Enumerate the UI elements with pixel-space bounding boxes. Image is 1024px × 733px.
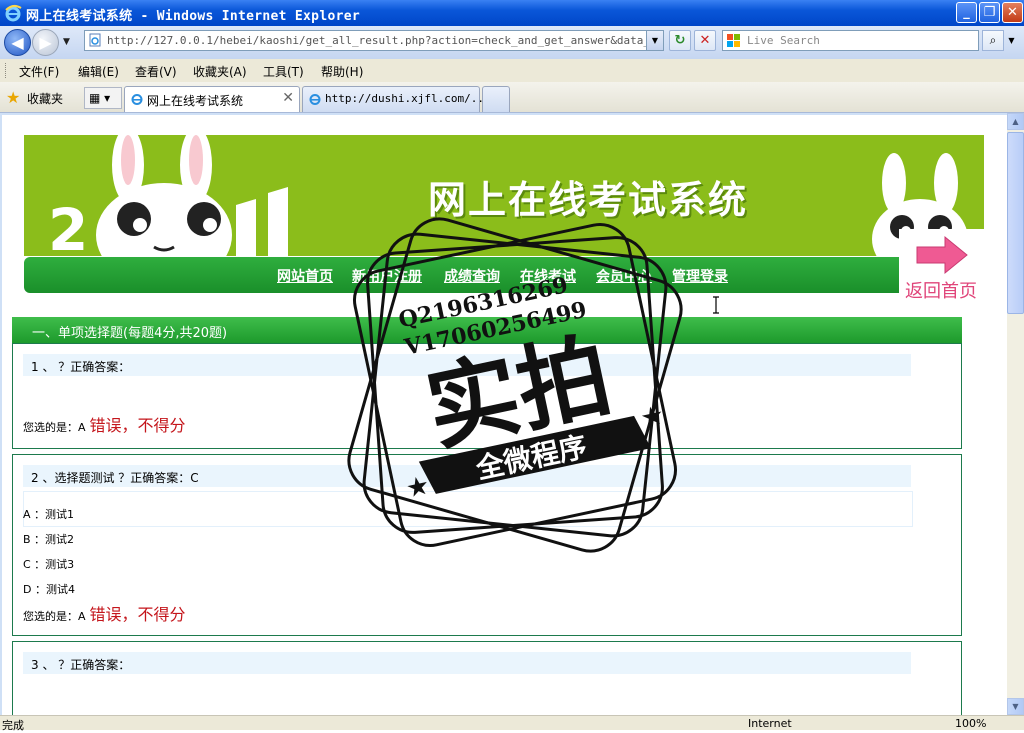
maximize-button[interactable]: ❐ (979, 2, 1000, 23)
return-home-label[interactable]: 返回首页 (905, 277, 977, 303)
search-placeholder: Live Search (747, 34, 820, 47)
menu-help[interactable]: 帮助(H) (321, 63, 363, 80)
windows-flag-icon (727, 34, 740, 47)
title-bar: 网上在线考试系统 - Windows Internet Explorer _ ❐… (0, 0, 1024, 26)
status-bar: 完成 Internet 100% (0, 715, 1024, 732)
menu-favorites[interactable]: 收藏夹(A) (193, 63, 247, 80)
stop-button[interactable]: ✕ (694, 30, 716, 51)
url-text[interactable]: http://127.0.0.1/hebei/kaoshi/get_all_re… (107, 34, 647, 47)
address-dropdown-icon[interactable]: ▼ (646, 31, 663, 50)
menu-bar: 文件(F) 编辑(E) 查看(V) 收藏夹(A) 工具(T) 帮助(H) (0, 59, 1024, 83)
status-text: 完成 (2, 719, 24, 732)
favorites-bar: ★ 收藏夹 ▦ ▾ 网上在线考试系统 ✕ http://dushi.xjfl.c… (0, 82, 1024, 113)
address-toolbar: ◀ ▶ ▼ http://127.0.0.1/hebei/kaoshi/get_… (0, 26, 1024, 60)
question-title: 2 、选择题测试 ？正确答案：C (31, 471, 199, 485)
zoom-level[interactable]: 100% (955, 717, 986, 730)
minimize-button[interactable]: _ (956, 2, 977, 23)
tab-dushi[interactable]: http://dushi.xjfl.com/... (302, 86, 491, 112)
search-input[interactable]: Live Search (722, 30, 979, 51)
history-dropdown-icon[interactable]: ▼ (63, 37, 70, 47)
question-title: 1 、 ？正确答案： (31, 360, 131, 374)
address-field[interactable]: http://127.0.0.1/hebei/kaoshi/get_all_re… (84, 30, 664, 51)
question-title: 3 、 ？正确答案： (31, 658, 131, 672)
close-button[interactable]: ✕ (1002, 2, 1023, 23)
scroll-up-button[interactable]: ▲ (1007, 113, 1024, 130)
ie-page-icon (131, 94, 143, 105)
security-zone: Internet (748, 717, 792, 730)
ie-page-icon (309, 94, 321, 105)
menu-tools[interactable]: 工具(T) (263, 63, 304, 80)
toolbar-grip (5, 63, 9, 78)
favorites-star-icon[interactable]: ★ (6, 88, 20, 107)
window-title: 网上在线考试系统 - Windows Internet Explorer (26, 9, 360, 24)
answer-result: 错误，不得分 (89, 605, 186, 624)
option-a: A ：测试1 (23, 508, 75, 521)
answer-result: 错误，不得分 (89, 416, 186, 435)
page-icon (89, 33, 101, 47)
vertical-scrollbar[interactable]: ▲ ▼ (1007, 113, 1024, 715)
scroll-down-button[interactable]: ▼ (1007, 698, 1024, 715)
watermark-stamp: Q2196316269 V17060256499 实拍 全微程序 ★ ★ (347, 217, 683, 553)
scroll-thumb[interactable] (1007, 132, 1024, 314)
answer-line: 您选的是：A 错误，不得分 (23, 412, 186, 436)
option-d: D ：测试4 (23, 583, 75, 596)
search-button[interactable]: ⌕ (982, 30, 1004, 51)
back-button[interactable]: ◀ (4, 29, 31, 56)
tab-label: http://dushi.xjfl.com/... (325, 92, 491, 105)
refresh-button[interactable]: ↻ (669, 30, 691, 51)
menu-edit[interactable]: 编辑(E) (78, 63, 119, 80)
menu-file[interactable]: 文件(F) (19, 63, 59, 80)
quick-tabs-button[interactable]: ▦ ▾ (84, 87, 122, 109)
favorites-label[interactable]: 收藏夹 (27, 90, 63, 107)
option-c: C ：测试3 (23, 558, 75, 571)
new-tab-button[interactable] (482, 86, 510, 112)
question-heading: 3 、 ？正确答案： (23, 652, 911, 674)
return-home-button[interactable]: 返回首页 (899, 229, 987, 303)
search-options-dropdown-icon[interactable]: ▼ (1004, 30, 1019, 51)
forward-button[interactable]: ▶ (32, 29, 59, 56)
option-b: B ：测试2 (23, 533, 75, 546)
question-card: 3 、 ？正确答案： (12, 641, 962, 715)
nav-home[interactable]: 网站首页 (277, 266, 333, 286)
text-cursor-icon (713, 296, 719, 314)
tab-label: 网上在线考试系统 (147, 94, 244, 108)
tab-close-icon[interactable]: ✕ (282, 90, 294, 106)
arrow-right-icon (916, 235, 968, 275)
answer-line: 您选的是：A 错误，不得分 (23, 601, 186, 625)
answer-prefix: 您选的是：A (23, 421, 86, 434)
menu-view[interactable]: 查看(V) (135, 63, 177, 80)
section-title: 一、单项选择题(每题4分,共20题) (32, 326, 228, 341)
answer-prefix: 您选的是：A (23, 610, 86, 623)
ie-logo-icon (5, 4, 22, 22)
svg-text:2: 2 (48, 196, 88, 256)
tab-exam-system[interactable]: 网上在线考试系统 ✕ (124, 86, 300, 112)
